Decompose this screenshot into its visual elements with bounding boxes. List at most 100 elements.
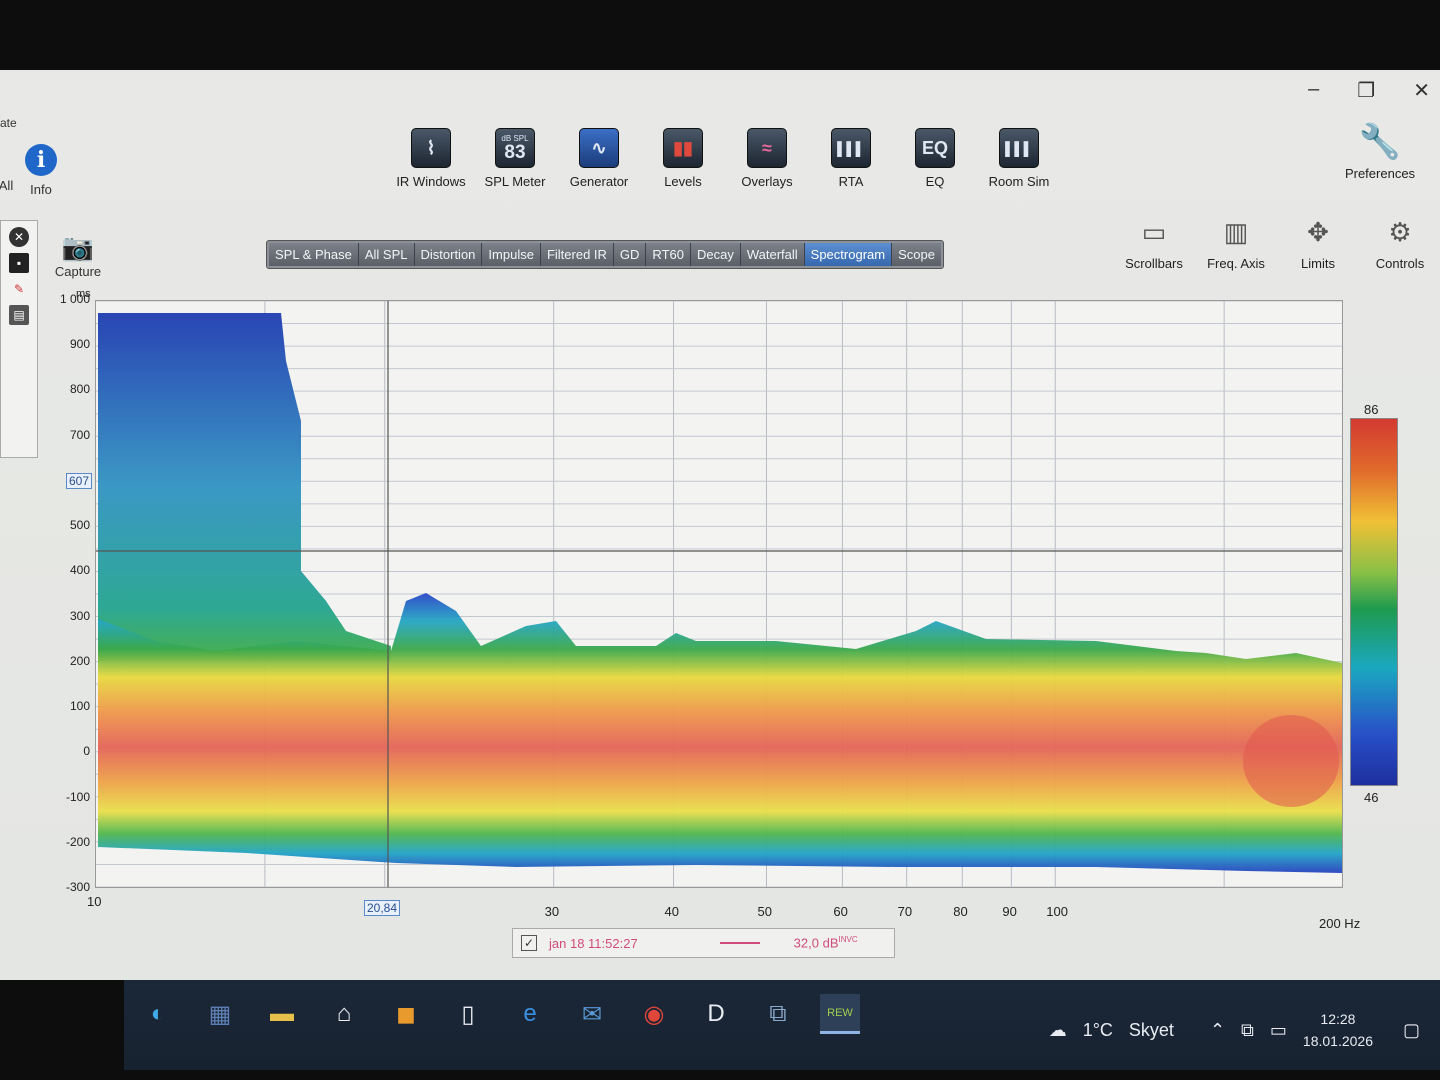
y-tick-label: 500	[69, 518, 90, 533]
controls-button[interactable]: ⚙ Controls	[1368, 214, 1432, 272]
y-axis: 1 000 900 800 700 500 400 300 200 100 0 -100 -200 -3…	[50, 292, 92, 894]
overlays-icon: ≈	[747, 128, 787, 168]
clock[interactable]: 12:28 18.01.2026	[1303, 1008, 1373, 1052]
eq-icon: EQ	[915, 128, 955, 168]
ir-windows-button[interactable]: ⌇ IR Windows	[395, 128, 467, 189]
taskbar: ◐ ▦ ▬ ⌂ ◼ ▯ e ✉ ◉ D ⧉ REW ☁ 1°C Skyet ⌃ ⧉ ▭ 12:28 1…	[124, 980, 1440, 1070]
ir-windows-icon: ⌇	[411, 128, 451, 168]
tab-distortion[interactable]: Distortion	[414, 243, 483, 266]
cursor-y-readout: 607	[66, 473, 93, 489]
close-button[interactable]: ✕	[1413, 78, 1430, 103]
rew-icon[interactable]: REW	[820, 994, 860, 1034]
room-sim-icon: ▌▌▌	[999, 128, 1039, 168]
legend-line	[719, 942, 760, 944]
y-tick-label: 800	[69, 382, 90, 397]
hot-spot	[1243, 715, 1339, 807]
y-tick-label: 0	[83, 744, 90, 759]
scrollbars-button[interactable]: ▭ Scrollbars	[1122, 214, 1186, 272]
camera-icon: 📷	[61, 232, 95, 262]
tab-all-spl[interactable]: All SPL	[358, 243, 415, 266]
chevron-up-icon[interactable]: ⌃	[1210, 1020, 1225, 1041]
x-tick-label: 70	[897, 904, 913, 919]
eq-button[interactable]: EQ EQ	[899, 128, 971, 189]
pencil-icon[interactable]: ✎	[9, 279, 29, 299]
colorbar	[1350, 418, 1398, 786]
levels-button[interactable]: ▮▮ Levels	[647, 128, 719, 189]
legend-name: jan 18 11:52:27	[549, 935, 638, 951]
spectrogram-plot[interactable]	[95, 300, 1343, 888]
window-controls: – ❐ ✕	[1308, 78, 1430, 103]
scrollbars-icon: ▭	[1141, 216, 1167, 247]
x-tick-label: 80	[953, 904, 968, 919]
battery-icon[interactable]: ▭	[1270, 1020, 1287, 1041]
y-tick-label: -100	[65, 789, 90, 804]
chrome-icon[interactable]: ◉	[634, 994, 674, 1034]
tab-gd[interactable]: GD	[613, 243, 647, 266]
levels-icon: ▮▮	[663, 128, 703, 168]
x-tick-label: 10	[87, 894, 102, 909]
y-tick-label: -300	[65, 880, 90, 894]
freq-axis-button[interactable]: ▥ Freq. Axis	[1204, 214, 1268, 272]
mail-icon[interactable]: ✉	[572, 994, 612, 1034]
app-window: – ❐ ✕ ate All i Info ⌇ IR Windows dB SPL…	[0, 70, 1440, 980]
minimize-button[interactable]: –	[1308, 78, 1319, 103]
weather-icon[interactable]: ☁	[1049, 1020, 1067, 1041]
info-button[interactable]: i Info	[20, 144, 62, 197]
rta-icon: ▌▌▌	[831, 128, 871, 168]
cursor-x-readout: 20,84	[364, 900, 401, 916]
generator-button[interactable]: ∿ Generator	[563, 128, 635, 189]
limits-button[interactable]: ✥ Limits	[1286, 214, 1350, 272]
notifications-icon[interactable]: ▢	[1403, 1020, 1420, 1041]
maximize-button[interactable]: ❐	[1357, 78, 1375, 103]
color-icon[interactable]: ▪	[9, 253, 29, 273]
all-button[interactable]: All	[0, 178, 16, 193]
system-tray: ☁ 1°C Skyet ⌃ ⧉ ▭ 12:28 18.01.2026 ▢	[1049, 1008, 1420, 1052]
x-tick-label: 40	[664, 904, 679, 919]
store-icon[interactable]: ▦	[200, 994, 240, 1034]
tab-filtered-ir[interactable]: Filtered IR	[540, 243, 614, 266]
taskbar-apps: ◐ ▦ ▬ ⌂ ◼ ▯ e ✉ ◉ D ⧉ REW	[138, 994, 860, 1034]
edge-icon[interactable]: ◐	[138, 994, 178, 1034]
app-icon[interactable]: ◼	[386, 994, 426, 1034]
file-icon[interactable]: ▯	[448, 994, 488, 1034]
measurement-panel: ✕ ▪ ✎ ▤	[0, 220, 38, 458]
tab-rt60[interactable]: RT60	[646, 243, 691, 266]
legend-checkbox[interactable]: ✓	[521, 935, 537, 951]
ie-icon[interactable]: e	[510, 994, 550, 1034]
overlays-button[interactable]: ≈ Overlays	[731, 128, 803, 189]
preferences-button[interactable]: 🔧 Preferences	[1340, 122, 1420, 181]
tab-spl-phase[interactable]: SPL & Phase	[269, 243, 359, 266]
spl-meter-button[interactable]: dB SPL 83 SPL Meter	[479, 128, 551, 189]
folder-icon[interactable]: ▬	[262, 994, 302, 1034]
menu-fragment[interactable]: ate	[0, 116, 17, 130]
main-toolbar: ⌇ IR Windows dB SPL 83 SPL Meter ∿ Genera…	[395, 128, 1055, 189]
weather-temp[interactable]: 1°C	[1083, 1020, 1113, 1041]
tab-impulse[interactable]: Impulse	[482, 243, 541, 266]
rta-button[interactable]: ▌▌▌ RTA	[815, 128, 887, 189]
tab-waterfall[interactable]: Waterfall	[740, 243, 805, 266]
y-tick-label: 700	[69, 427, 90, 442]
home-icon[interactable]: ⌂	[324, 994, 364, 1034]
close-icon[interactable]: ✕	[9, 227, 29, 247]
network-icon[interactable]: ⧉	[758, 994, 798, 1034]
legend-row[interactable]: ✓ jan 18 11:52:27 32,0 dBINVC	[512, 928, 895, 958]
colorbar-min: 46	[1364, 790, 1379, 805]
capture-button[interactable]: 📷 Capture	[52, 232, 104, 279]
y-tick-label: 100	[69, 699, 90, 714]
spl-meter-icon: dB SPL 83	[495, 128, 535, 168]
network-tray-icon[interactable]: ⧉	[1241, 1020, 1254, 1041]
colorbar-max: 86	[1364, 402, 1379, 417]
weather-condition[interactable]: Skyet	[1129, 1020, 1174, 1041]
early-decay-region	[98, 313, 391, 661]
y-tick-label: 1 000	[59, 292, 90, 306]
notes-icon[interactable]: ▤	[9, 305, 29, 325]
room-sim-button[interactable]: ▌▌▌ Room Sim	[983, 128, 1055, 189]
freq-axis-icon: ▥	[1223, 216, 1249, 247]
tab-decay[interactable]: Decay	[690, 243, 741, 266]
d-icon[interactable]: D	[696, 994, 736, 1034]
graph-tabs: SPL & Phase All SPL Distortion Impulse Filte…	[266, 240, 944, 269]
tab-spectrogram[interactable]: Spectrogram	[804, 243, 893, 266]
tab-scope[interactable]: Scope	[892, 243, 941, 266]
x-tick-label: 90	[1002, 904, 1017, 919]
y-tick-label: 200	[69, 653, 90, 668]
